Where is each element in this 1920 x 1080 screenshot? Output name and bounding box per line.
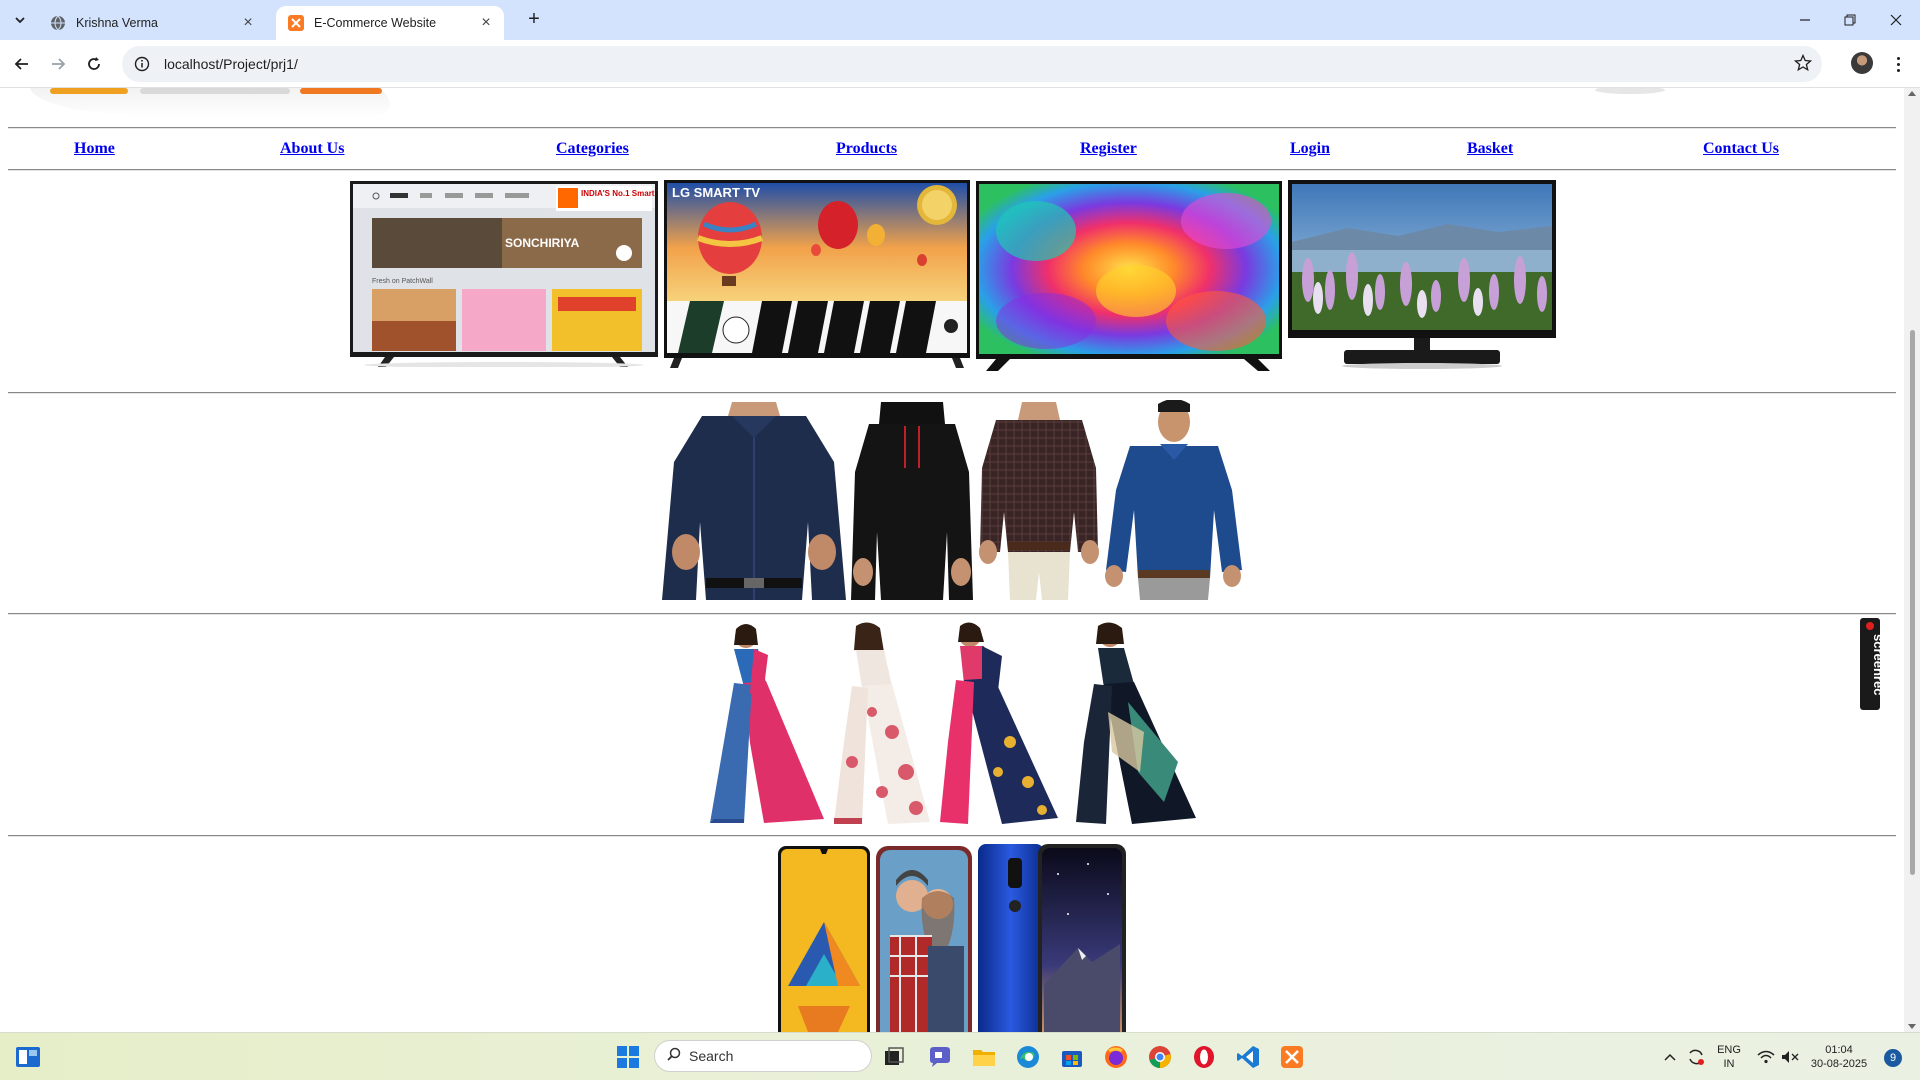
close-tab-icon[interactable]: × [478,15,494,31]
divider [8,613,1896,615]
windows-start-icon[interactable] [614,1043,642,1071]
chrome-icon[interactable] [1146,1043,1174,1071]
xampp-icon[interactable] [1278,1043,1306,1071]
mi-tv-badge-text: INDIA'S No.1 Smart TV Brand [581,189,658,198]
tab-title: Krishna Verma [76,16,158,30]
file-explorer-icon[interactable] [970,1043,998,1071]
microsoft-store-icon[interactable] [1058,1043,1086,1071]
clock-time: 01:04 [1825,1044,1853,1056]
nav-link-login[interactable]: Login [1290,140,1330,158]
saree-black-green-image[interactable] [1068,622,1198,824]
edge-icon[interactable] [1014,1043,1042,1071]
phone-samsung-image[interactable] [778,846,870,1032]
taskbar-search[interactable]: Search [654,1040,872,1072]
tv-mi-image[interactable]: INDIA'S No.1 Smart TV Brand SONCHIRIYA F… [350,181,658,367]
close-tab-icon[interactable]: × [240,15,256,31]
mens-checked-shirt-image[interactable] [978,402,1100,600]
browser-menu-icon[interactable] [1888,52,1908,76]
search-icon [667,1047,681,1066]
divider [8,392,1896,394]
close-window-icon[interactable] [1873,4,1919,36]
chevron-up-icon[interactable] [1656,1043,1684,1071]
divider [8,127,1896,129]
screenrec-label: screenrec [1871,634,1880,695]
nav-link-categories[interactable]: Categories [556,140,629,158]
saree-pink-navy-image[interactable] [938,622,1062,824]
vscode-icon[interactable] [1234,1043,1262,1071]
clock[interactable]: 01:04 30-08-2025 [1806,1043,1872,1071]
tv-colorful-image[interactable] [976,181,1282,371]
new-tab-plus-icon[interactable]: + [520,8,548,32]
forward-arrow-icon[interactable] [44,50,72,78]
clock-date: 30-08-2025 [1810,1058,1868,1070]
tab-krishna-verma[interactable]: Krishna Verma × [38,6,266,40]
phone-selfie-image[interactable] [876,846,972,1032]
task-view-icon[interactable] [880,1043,908,1071]
mens-navy-shirt-image[interactable] [662,402,846,600]
saree-white-floral-image[interactable] [832,622,932,824]
mens-blue-shirt-image[interactable] [1104,400,1242,600]
sync-icon[interactable] [1682,1043,1710,1071]
browser-toolbar: localhost/Project/prj1/ [0,40,1920,88]
divider [8,169,1896,171]
address-bar[interactable]: localhost/Project/prj1/ [122,46,1822,82]
opera-icon[interactable] [1190,1043,1218,1071]
mi-tv-row-caption: Fresh on PatchWall [372,278,433,285]
divider [8,835,1896,837]
site-info-icon[interactable] [132,54,152,74]
widgets-icon[interactable] [14,1043,42,1071]
main-navigation: Home About Us Categories Products Regist… [0,140,1904,170]
nav-link-register[interactable]: Register [1080,140,1137,158]
notification-count-badge[interactable]: 9 [1884,1049,1902,1067]
mens-black-hoodie-image[interactable] [851,402,973,600]
tv-lg-image[interactable]: LG SMART TV [664,180,970,368]
saree-pink-blue-image[interactable] [704,623,828,823]
lg-tv-title: LG SMART TV [672,185,760,200]
tv-flowers-image[interactable] [1288,180,1556,370]
chat-icon[interactable] [926,1043,954,1071]
nav-link-contact-us[interactable]: Contact Us [1703,140,1779,158]
profile-avatar[interactable] [1851,52,1873,74]
language-region: IN [1723,1058,1735,1070]
volume-muted-icon[interactable] [1776,1043,1804,1071]
scrollbar-thumb[interactable] [1910,330,1915,875]
globe-icon [51,15,65,31]
back-arrow-icon[interactable] [8,50,36,78]
tab-e-commerce-website[interactable]: E-Commerce Website × [276,6,504,40]
firefox-icon[interactable] [1102,1043,1130,1071]
search-label: Search [689,1048,734,1064]
nav-link-home[interactable]: Home [74,140,115,158]
language-code: ENG [1717,1044,1741,1056]
nav-link-about-us[interactable]: About Us [280,140,344,158]
restore-icon[interactable] [1827,4,1873,36]
language-indicator[interactable]: ENG IN [1716,1043,1742,1071]
phone-blue-image[interactable] [978,844,1128,1032]
url-text[interactable]: localhost/Project/prj1/ [164,56,298,72]
windows-taskbar: Search ENG IN 01:04 30-08-2025 9 [0,1032,1920,1080]
nav-link-products[interactable]: Products [836,140,897,158]
screenrec-widget[interactable]: screenrec [1860,618,1886,710]
reload-icon[interactable] [80,50,108,78]
bookmark-star-icon[interactable] [1793,53,1813,77]
nav-link-basket[interactable]: Basket [1467,140,1513,158]
mi-tv-banner-text: SONCHIRIYA [505,236,580,250]
page-content: Home About Us Categories Products Regist… [0,88,1904,1032]
xampp-icon [288,15,304,31]
tab-strip: Krishna Verma × E-Commerce Website × + [0,0,1920,40]
tab-search-chevron-icon[interactable] [8,8,32,32]
minimize-icon[interactable] [1782,4,1828,36]
tab-title: E-Commerce Website [314,16,437,30]
header-banner-image [30,88,1665,118]
